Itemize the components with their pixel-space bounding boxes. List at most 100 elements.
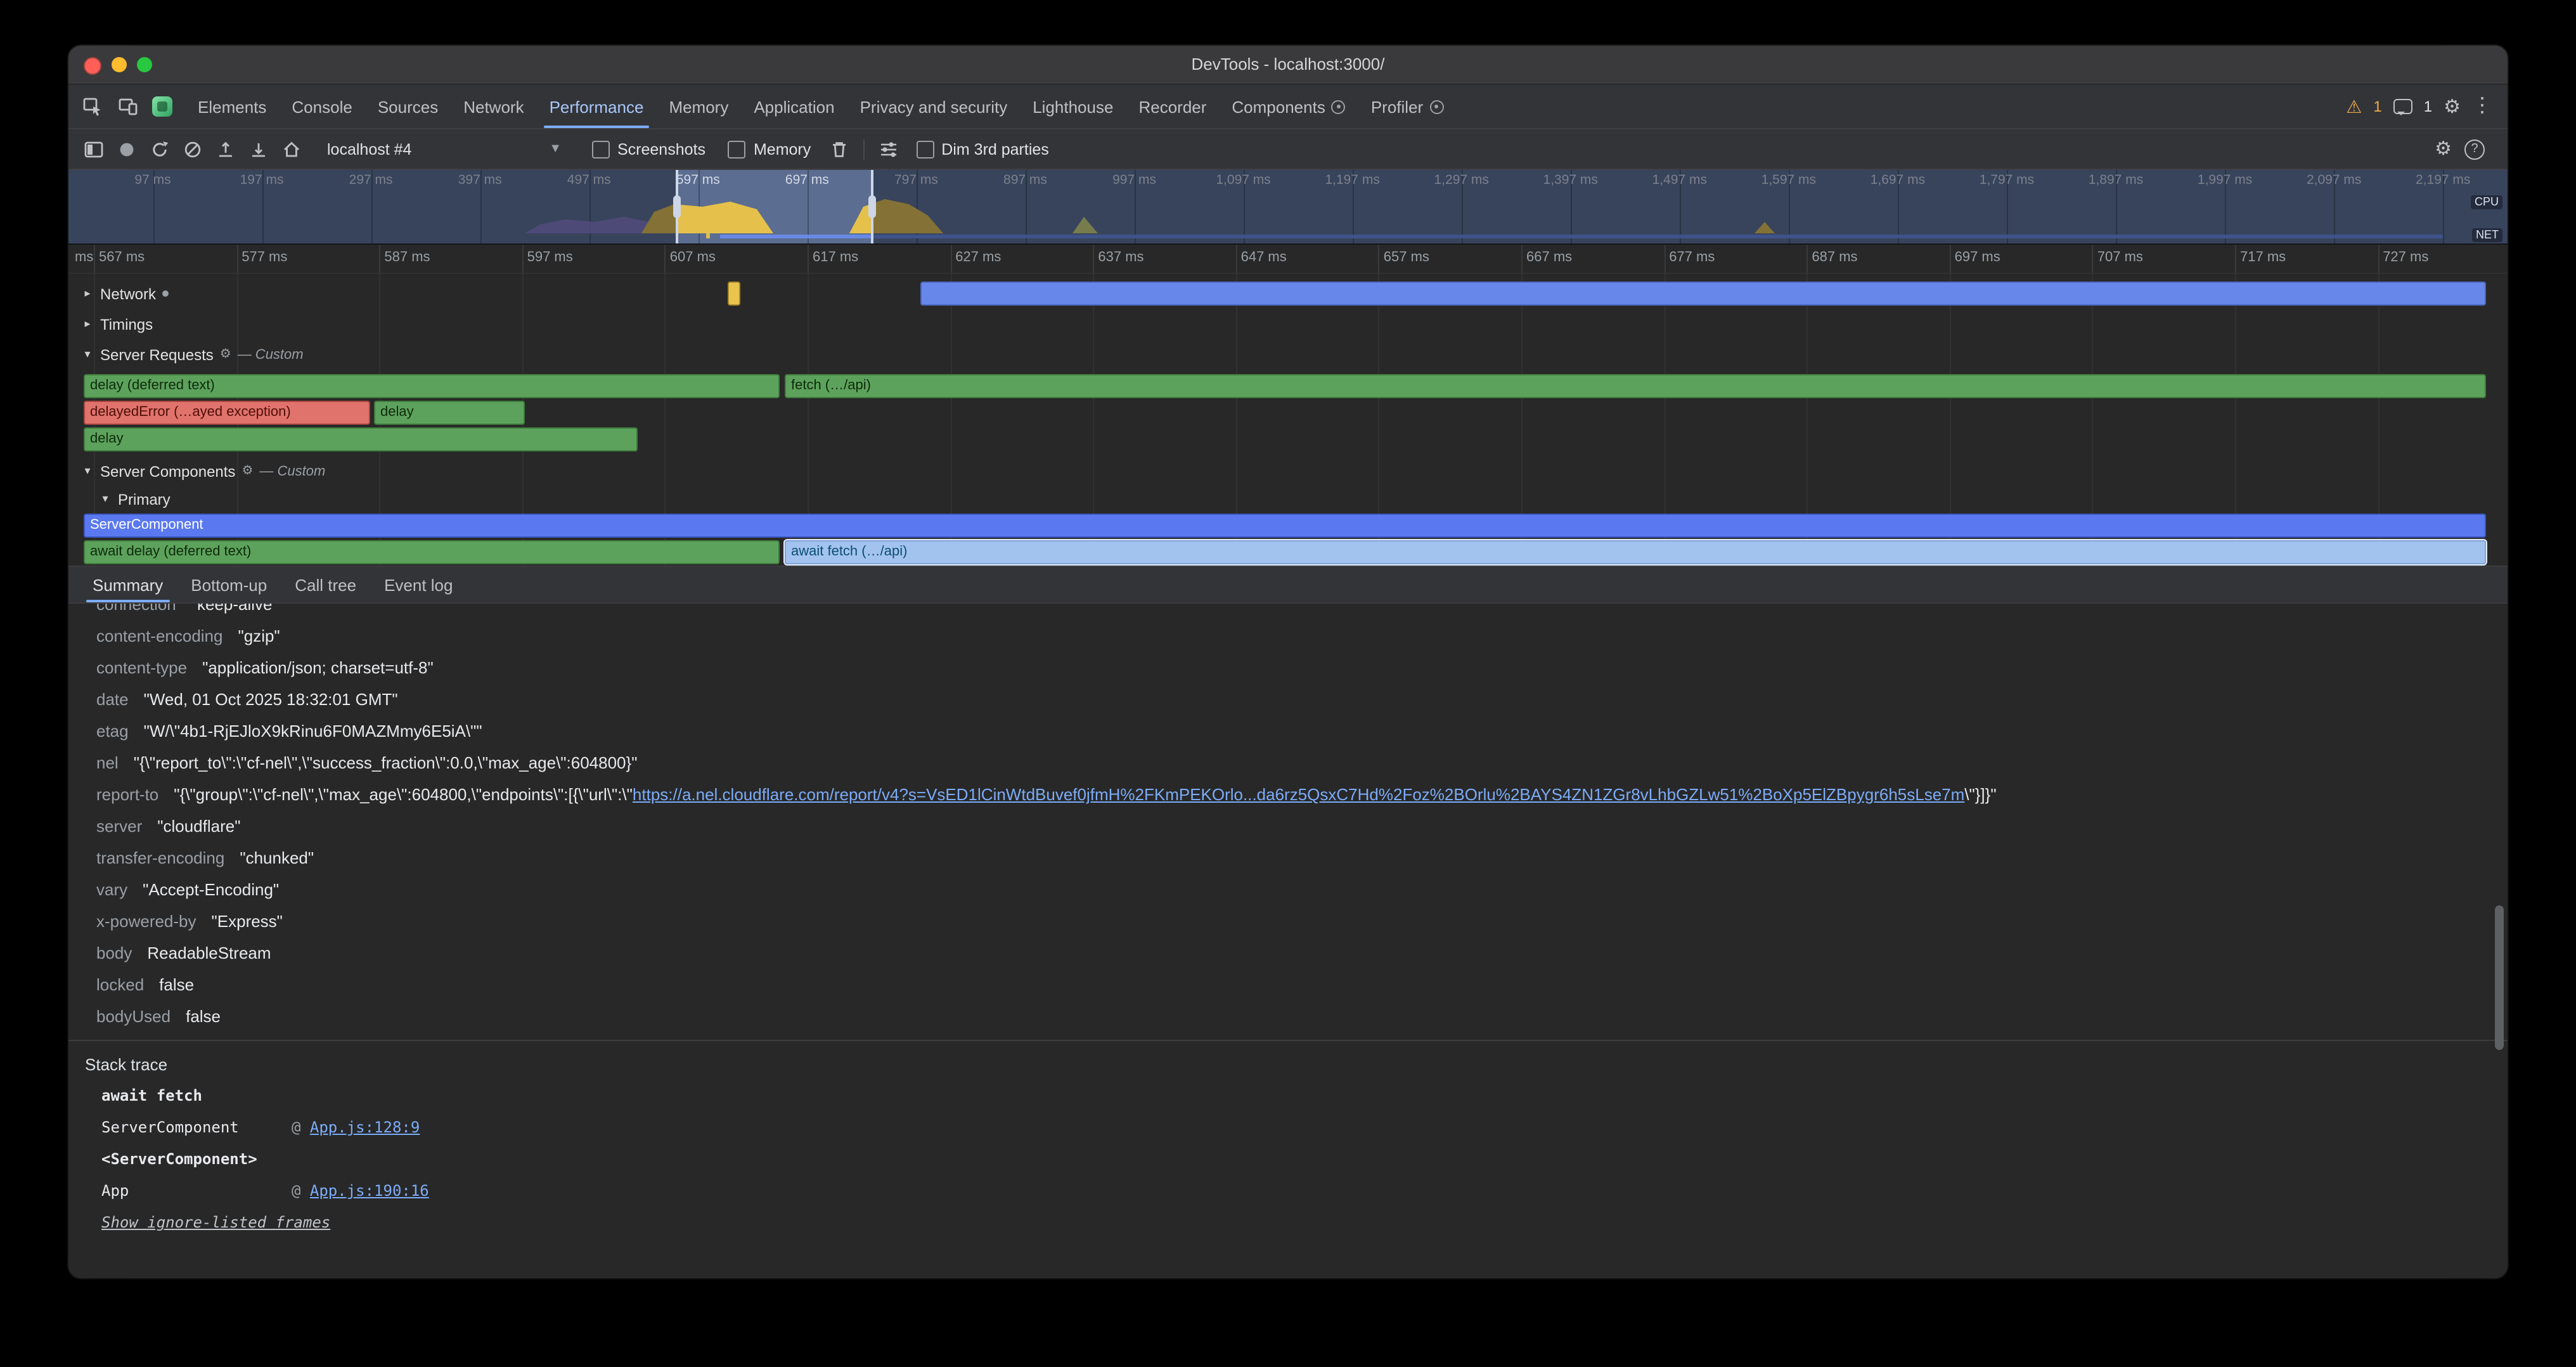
summary-value: "{\"report_to\":\"cf-nel\",\"success_fra… — [134, 753, 638, 772]
tab-components[interactable]: Components — [1219, 85, 1358, 128]
tab-network[interactable]: Network — [451, 85, 536, 128]
selection-handle-right[interactable] — [871, 170, 873, 243]
extension-icon[interactable] — [152, 96, 172, 117]
tab-recorder[interactable]: Recorder — [1126, 85, 1219, 128]
track-header-network[interactable]: ▸Network — [81, 280, 169, 307]
flame-bar-servercomponent[interactable]: ServerComponent — [84, 514, 2486, 538]
collect-garbage-icon[interactable] — [823, 134, 854, 164]
record-and-reload-icon[interactable] — [145, 134, 175, 164]
summary-key: etag — [96, 722, 129, 741]
server-requests-row: delay — [68, 426, 2508, 453]
live-metrics-home-icon[interactable] — [276, 134, 307, 164]
flame-bar-await-fetch-api[interactable]: await fetch (…/api) — [785, 540, 2486, 564]
track-header-server-components[interactable]: ▾Server Components⚙— Custom — [81, 458, 325, 484]
checkbox-label: Screenshots — [617, 140, 705, 158]
summary-pane: connection"keep-alive"content-encoding"g… — [68, 604, 2508, 1278]
flame-bar-await-delay-deferred-text[interactable]: await delay (deferred text) — [84, 540, 780, 564]
inspect-icon[interactable] — [76, 90, 109, 123]
tab-label: Network — [463, 97, 524, 116]
track-header-primary[interactable]: ▾Primary — [99, 486, 171, 512]
stack-link-app-js-128-9[interactable]: App.js:128:9 — [310, 1118, 420, 1136]
capture-settings-gear-icon[interactable]: ⚙ — [2435, 139, 2452, 159]
triangle-icon: ▾ — [99, 492, 112, 506]
window-titlebar[interactable]: DevTools - localhost:3000/ — [68, 46, 2508, 85]
selection-handle-left[interactable] — [676, 170, 678, 243]
flame-bar-fetch-api[interactable]: fetch (…/api) — [785, 374, 2486, 398]
history-select[interactable]: localhost #4 ▼ — [319, 136, 569, 162]
ruler-tick — [1236, 245, 1237, 273]
details-tab-event-log[interactable]: Event log — [370, 567, 467, 602]
summary-row: server"cloudflare" — [68, 810, 2508, 842]
toggle-insights-sidebar-icon[interactable] — [79, 134, 109, 164]
flame-bar-delay[interactable]: delay — [84, 427, 638, 451]
screenshots-checkbox[interactable]: Screenshots — [592, 140, 705, 158]
summary-key: content-encoding — [96, 626, 223, 645]
summary-key: date — [96, 690, 129, 709]
more-options-icon[interactable]: ⋮ — [2472, 96, 2492, 117]
help-icon[interactable]: ? — [2464, 139, 2485, 159]
track-header-timings[interactable]: ▸Timings — [81, 311, 153, 337]
record-button[interactable] — [112, 134, 142, 164]
device-toolbar-icon[interactable] — [112, 90, 145, 123]
settings-gear-icon[interactable]: ⚙ — [2444, 97, 2461, 116]
show-ignore-listed-frames-link[interactable]: Show ignore-listed frames — [85, 1207, 2482, 1239]
details-tab-summary[interactable]: Summary — [79, 567, 177, 602]
tune-icon[interactable] — [873, 134, 903, 164]
minimize-button[interactable] — [112, 57, 127, 72]
summary-value-text: \"}]}" — [1964, 785, 1996, 804]
server-components-header-row: ▾Server Components⚙— Custom — [68, 458, 2508, 484]
tab-memory[interactable]: Memory — [656, 85, 741, 128]
zoom-button[interactable] — [137, 57, 152, 72]
track-header-server-requests[interactable]: ▾Server Requests⚙— Custom — [81, 341, 304, 368]
report-to-link[interactable]: https://a.nel.cloudflare.com/report/v4?s… — [633, 785, 1964, 804]
flame-bar-delay-deferred-text[interactable]: delay (deferred text) — [84, 374, 780, 398]
ruler-tick — [236, 245, 238, 273]
summary-key: report-to — [96, 785, 158, 804]
ruler-unit-label: ms — [75, 250, 93, 265]
flame-bar-delay[interactable]: delay — [374, 401, 525, 425]
tab-privacy-and-security[interactable]: Privacy and security — [847, 85, 1021, 128]
tab-console[interactable]: Console — [279, 85, 364, 128]
tab-elements[interactable]: Elements — [185, 85, 279, 128]
tab-application[interactable]: Application — [741, 85, 847, 128]
flame-bar-netblue[interactable] — [920, 282, 2486, 306]
close-button[interactable] — [84, 57, 101, 75]
clear-icon[interactable] — [177, 134, 208, 164]
details-tab-call-tree[interactable]: Call tree — [281, 567, 370, 602]
flame-bar-yellow[interactable] — [728, 282, 740, 306]
window-title: DevTools - localhost:3000/ — [68, 46, 2508, 84]
stack-link-app-js-190-16[interactable]: App.js:190:16 — [310, 1182, 429, 1200]
memory-checkbox[interactable]: Memory — [728, 140, 811, 158]
tab-label: Components — [1232, 97, 1325, 116]
summary-row: vary"Accept-Encoding" — [68, 874, 2508, 905]
tab-performance[interactable]: Performance — [537, 85, 657, 128]
timeline-overview[interactable]: CPU NET 97 ms197 ms297 ms397 ms497 ms597… — [68, 170, 2508, 245]
messages-icon[interactable] — [2393, 99, 2412, 114]
details-tab-bottom-up[interactable]: Bottom-up — [177, 567, 281, 602]
overview-dim-right — [872, 170, 2508, 243]
ruler-tick-label: 627 ms — [955, 250, 1001, 265]
scrollbar-thumb[interactable] — [2495, 905, 2504, 1050]
summary-value: "Express" — [212, 912, 283, 931]
save-profile-icon[interactable] — [243, 134, 274, 164]
tab-lighthouse[interactable]: Lighthouse — [1020, 85, 1126, 128]
flame-bar-delayederror-ayed-exception[interactable]: delayedError (…ayed exception) — [84, 401, 370, 425]
ruler-tick — [2235, 245, 2236, 273]
summary-value: "keep-alive" — [191, 604, 278, 614]
primary-header-row: ▾Primary — [68, 486, 2508, 512]
dim-3rd-parties-checkbox[interactable]: Dim 3rd parties — [916, 140, 1049, 158]
load-profile-icon[interactable] — [210, 134, 241, 164]
tab-sources[interactable]: Sources — [365, 85, 451, 128]
summary-key: bodyUsed — [96, 1007, 171, 1026]
panel-tabs: Elements ConsoleSources Network Performance… — [185, 85, 1456, 128]
tab-label: Elements — [198, 97, 266, 116]
ruler-tick-label: 687 ms — [1812, 250, 1857, 265]
warning-icon[interactable]: ⚠ — [2346, 98, 2362, 115]
tab-label: Application — [754, 97, 834, 116]
stack-frame-function: App — [101, 1176, 292, 1207]
details-tab-label: Summary — [93, 575, 163, 594]
summary-value: "application/json; charset=utf-8" — [202, 658, 434, 677]
ruler-tick — [950, 245, 951, 273]
overview-time-label: 697 ms — [756, 172, 858, 188]
tab-profiler[interactable]: Profiler — [1358, 85, 1456, 128]
